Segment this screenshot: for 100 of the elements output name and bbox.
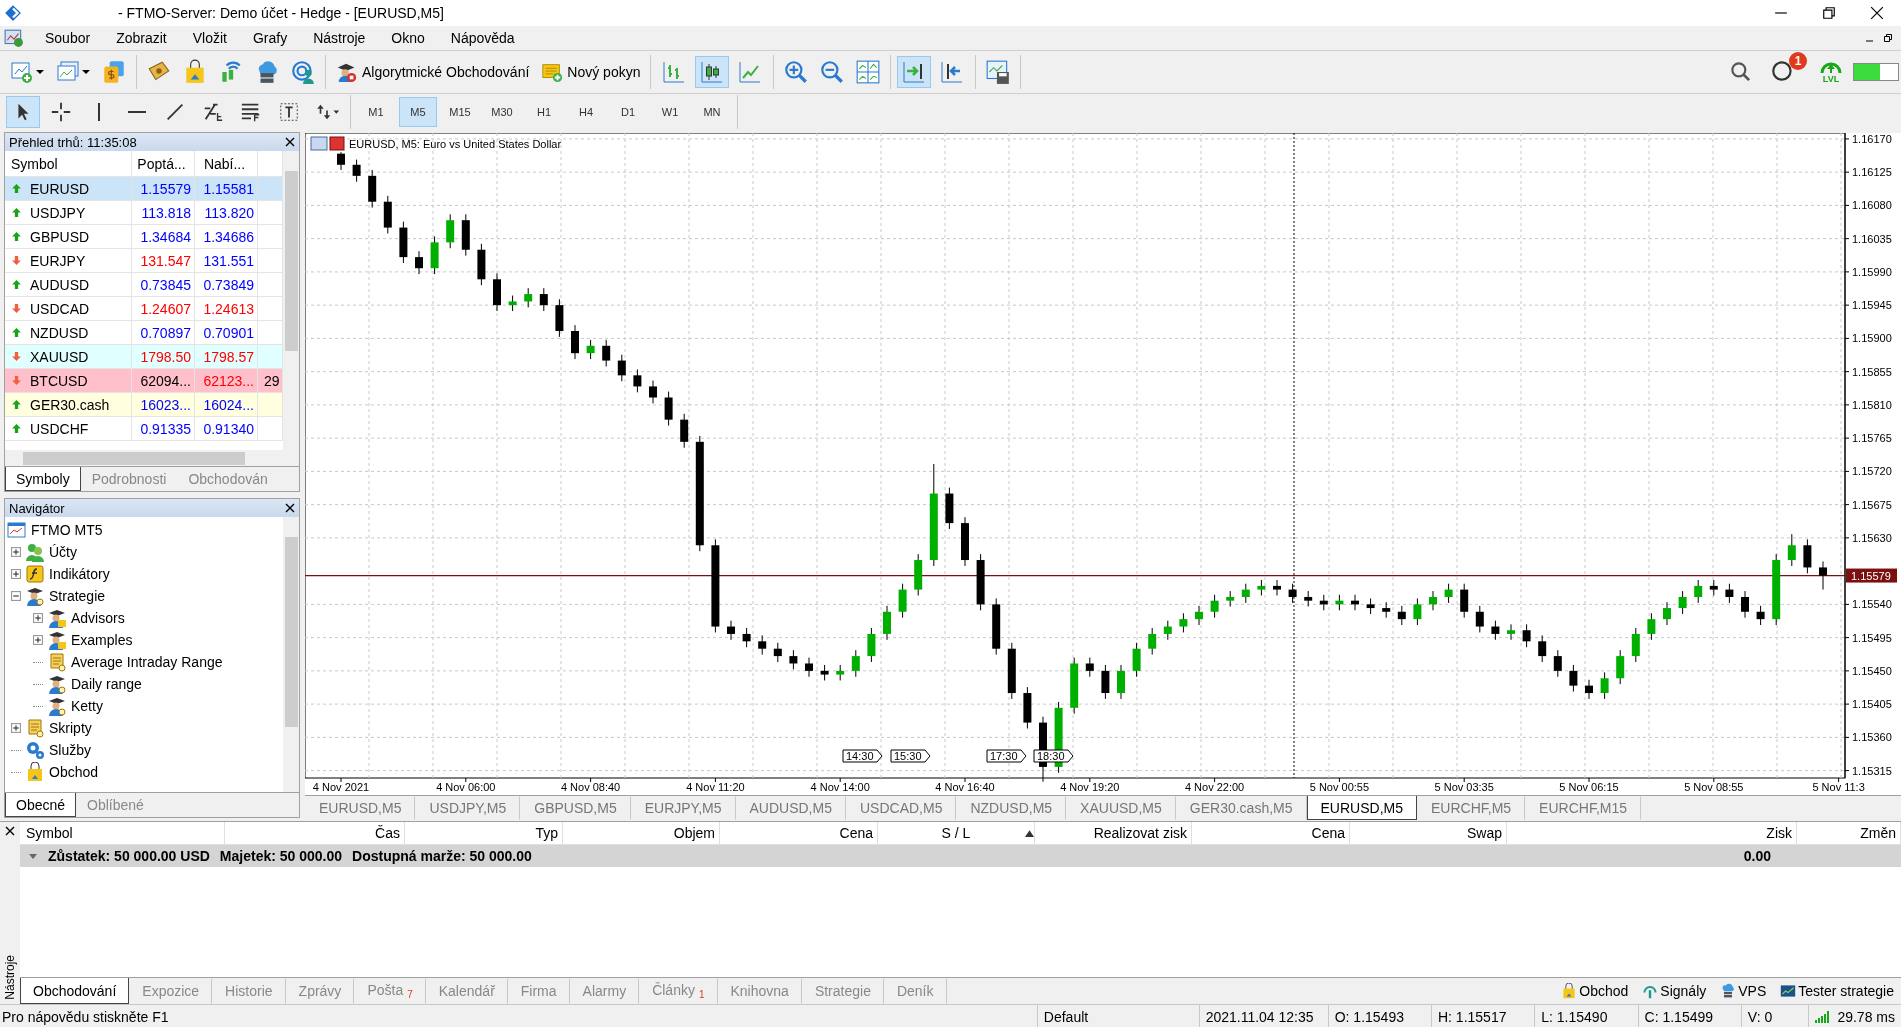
- expand-toggle[interactable]: [11, 591, 21, 601]
- timeframe-button[interactable]: M1: [357, 97, 395, 127]
- menu-item[interactable]: Zobrazit: [103, 30, 180, 46]
- market-row[interactable]: AUDUSD 0.73845 0.73849: [5, 273, 283, 297]
- scrollbar[interactable]: [283, 517, 299, 792]
- column-header[interactable]: Swap: [1350, 822, 1507, 844]
- menu-item[interactable]: Nástroje: [300, 30, 379, 46]
- restore-icon[interactable]: [1883, 33, 1893, 43]
- candlestick-button[interactable]: [695, 56, 730, 88]
- service-button[interactable]: Tester strategie: [1773, 978, 1901, 1004]
- chart-tab[interactable]: AUDUSD,M5: [735, 796, 846, 820]
- expand-toggle[interactable]: [11, 723, 21, 733]
- navigator-item[interactable]: Indikátory: [49, 566, 110, 582]
- service-button[interactable]: Obchod: [1554, 978, 1636, 1004]
- column-header[interactable]: Cena: [720, 822, 878, 844]
- timeframe-button[interactable]: H4: [567, 97, 605, 127]
- timeframe-button[interactable]: D1: [609, 97, 647, 127]
- zoom-out-icon[interactable]: [819, 59, 846, 85]
- market-row[interactable]: USDCHF 0.91335 0.91340: [5, 417, 283, 441]
- navigator-item[interactable]: Skripty: [49, 720, 92, 736]
- chart-tab[interactable]: USDJPY,M5: [415, 796, 521, 820]
- chart-tab[interactable]: EURUSD,M5: [305, 796, 416, 820]
- column-header[interactable]: Čas: [225, 822, 405, 844]
- close-icon[interactable]: [285, 503, 295, 513]
- restore-icon[interactable]: [1822, 6, 1836, 20]
- cursor-tool-button[interactable]: [6, 96, 40, 128]
- chart-tab[interactable]: EURUSD,M5: [1306, 796, 1417, 820]
- market-row[interactable]: EURUSD 1.15579 1.15581: [5, 177, 283, 201]
- timeframe-button[interactable]: W1: [651, 97, 689, 127]
- market-row[interactable]: EURJPY 131.547 131.551: [5, 249, 283, 273]
- market-row[interactable]: NZDUSD 0.70897 0.70901: [5, 321, 283, 345]
- scrollbar[interactable]: [5, 450, 299, 466]
- autoscroll-button[interactable]: [897, 56, 932, 88]
- timeframe-button[interactable]: MN: [693, 97, 731, 127]
- chart-tab[interactable]: EURCHF,M5: [1417, 796, 1526, 820]
- menu-item[interactable]: Grafy: [239, 30, 301, 46]
- timeframe-button[interactable]: M5: [399, 97, 437, 127]
- navigator-item[interactable]: Služby: [49, 742, 92, 758]
- expand-toggle[interactable]: [33, 635, 43, 645]
- market-row[interactable]: XAUUSD 1798.50 1798.57: [5, 345, 283, 369]
- menu-item[interactable]: Okno: [378, 30, 438, 46]
- navigator-item[interactable]: Ketty: [71, 698, 103, 714]
- column-header[interactable]: Poptá...: [132, 151, 195, 176]
- market-row[interactable]: BTCUSD 62094... 62123... 29: [5, 369, 283, 393]
- chart-tab[interactable]: GER30.cash,M5: [1175, 796, 1307, 820]
- market-row[interactable]: USDJPY 113.818 113.820: [5, 201, 283, 225]
- scrollbar[interactable]: [283, 151, 299, 450]
- chart-tab[interactable]: EURJPY,M5: [630, 796, 736, 820]
- menu-item[interactable]: Vložit: [179, 30, 240, 46]
- new-order-button[interactable]: Nový pokyn: [537, 56, 645, 88]
- close-icon[interactable]: [5, 826, 15, 836]
- column-header[interactable]: Objem: [563, 822, 720, 844]
- chart-tab[interactable]: XAUUSD,M5: [1066, 796, 1176, 820]
- tile-windows-icon[interactable]: [855, 59, 882, 85]
- timeframe-button[interactable]: H1: [525, 97, 563, 127]
- market-row[interactable]: GER30.cash 16023... 16024...: [5, 393, 283, 417]
- navigator-item[interactable]: Average Intraday Range: [71, 654, 223, 670]
- expand-toggle[interactable]: [33, 613, 43, 623]
- chart-tab[interactable]: USDCAD,M5: [845, 796, 957, 820]
- timeframe-button[interactable]: M30: [483, 97, 521, 127]
- column-header[interactable]: Nabí...: [195, 151, 258, 176]
- community-icon[interactable]: [290, 59, 316, 85]
- column-header[interactable]: Cena: [1192, 822, 1350, 844]
- panel-tab[interactable]: Obecné: [5, 793, 77, 817]
- service-button[interactable]: VPS: [1713, 978, 1774, 1004]
- navigator-item[interactable]: Účty: [49, 544, 77, 560]
- market-row[interactable]: USDCAD 1.24607 1.24613: [5, 297, 283, 321]
- save-chart-icon[interactable]: [985, 59, 1012, 85]
- navigator-item[interactable]: FTMO MT5: [31, 522, 103, 538]
- timeframe-button[interactable]: M15: [441, 97, 479, 127]
- menu-item[interactable]: Soubor: [32, 30, 104, 46]
- navigator-item[interactable]: Examples: [71, 632, 133, 648]
- terminal-icon[interactable]: [4, 28, 24, 48]
- navigator-item[interactable]: Obchod: [49, 764, 99, 780]
- zoom-in-icon[interactable]: [783, 59, 810, 85]
- coins-icon[interactable]: [101, 59, 127, 85]
- chart-tab[interactable]: EURCHF,M15: [1525, 796, 1641, 820]
- algo-trading-button[interactable]: Algorytmické Obchodování: [332, 56, 534, 88]
- chart-tab[interactable]: GBPUSD,M5: [520, 796, 631, 820]
- column-header[interactable]: Zisk: [1507, 822, 1797, 844]
- column-header[interactable]: Změn: [1797, 822, 1901, 844]
- close-icon[interactable]: [1870, 6, 1884, 20]
- menu-item[interactable]: Nápověda: [437, 30, 528, 46]
- expand-toggle[interactable]: [11, 547, 21, 557]
- toolbox-tab[interactable]: Obchodování: [20, 978, 130, 1004]
- toolbox-tab[interactable]: Články $_{1}$: [639, 978, 718, 1004]
- column-header[interactable]: Symbol: [5, 151, 132, 176]
- market-row[interactable]: GBPUSD 1.34684 1.34686: [5, 225, 283, 249]
- balance-row[interactable]: Zůstatek: 50 000.00 USD Majetek: 50 000.00 Dostupná marže: 50 000.00 0.00: [20, 845, 1901, 867]
- service-button[interactable]: Signály: [1635, 978, 1714, 1004]
- expand-toggle[interactable]: [11, 569, 21, 579]
- navigator-item[interactable]: Strategie: [49, 588, 106, 604]
- chart-tab[interactable]: NZDUSD,M5: [956, 796, 1067, 820]
- panel-tab[interactable]: Symboly: [5, 467, 81, 491]
- collapse-icon[interactable]: [28, 852, 38, 860]
- navigator-item[interactable]: Daily range: [71, 676, 142, 692]
- toolbox-tab[interactable]: Pošta $_{7}$: [354, 978, 426, 1004]
- column-header[interactable]: Realizovat zisk: [1035, 822, 1192, 844]
- column-header[interactable]: Typ: [405, 822, 563, 844]
- navigator-item[interactable]: Advisors: [71, 610, 125, 626]
